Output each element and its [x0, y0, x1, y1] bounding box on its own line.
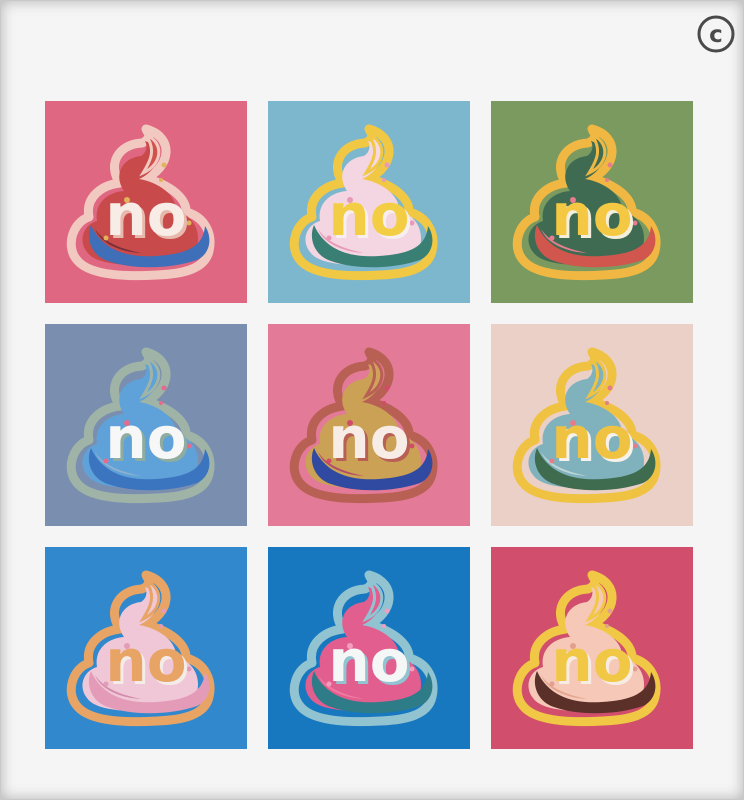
- no-word: no: [551, 627, 632, 695]
- no-word: no: [105, 181, 186, 249]
- no-poo-tile: no no: [45, 324, 247, 526]
- no-poo-icon: no no: [45, 324, 247, 526]
- no-poo-tile: no no: [268, 101, 470, 303]
- no-poo-icon: no no: [491, 101, 693, 303]
- no-poo-icon: no no: [268, 547, 470, 749]
- no-poo-tile: no no: [491, 547, 693, 749]
- no-poo-icon: no no: [268, 101, 470, 303]
- no-poo-tile: no no: [491, 101, 693, 303]
- no-poo-tile: no no: [45, 547, 247, 749]
- no-word: no: [328, 181, 409, 249]
- no-poo-icon: no no: [45, 547, 247, 749]
- no-poo-icon: no no: [268, 324, 470, 526]
- no-poo-icon: no no: [491, 547, 693, 749]
- no-word: no: [328, 627, 409, 695]
- no-word: no: [105, 627, 186, 695]
- no-poo-tile: no no: [268, 324, 470, 526]
- no-poo-tile: no no: [45, 101, 247, 303]
- tile-grid: no no no no no no no no no no no no no n…: [0, 0, 744, 800]
- no-poo-icon: no no: [491, 324, 693, 526]
- no-word: no: [551, 404, 632, 472]
- no-word: no: [105, 404, 186, 472]
- no-poo-icon: no no: [45, 101, 247, 303]
- no-poo-tile: no no: [491, 324, 693, 526]
- no-word: no: [551, 181, 632, 249]
- no-word: no: [328, 404, 409, 472]
- no-poo-tile: no no: [268, 547, 470, 749]
